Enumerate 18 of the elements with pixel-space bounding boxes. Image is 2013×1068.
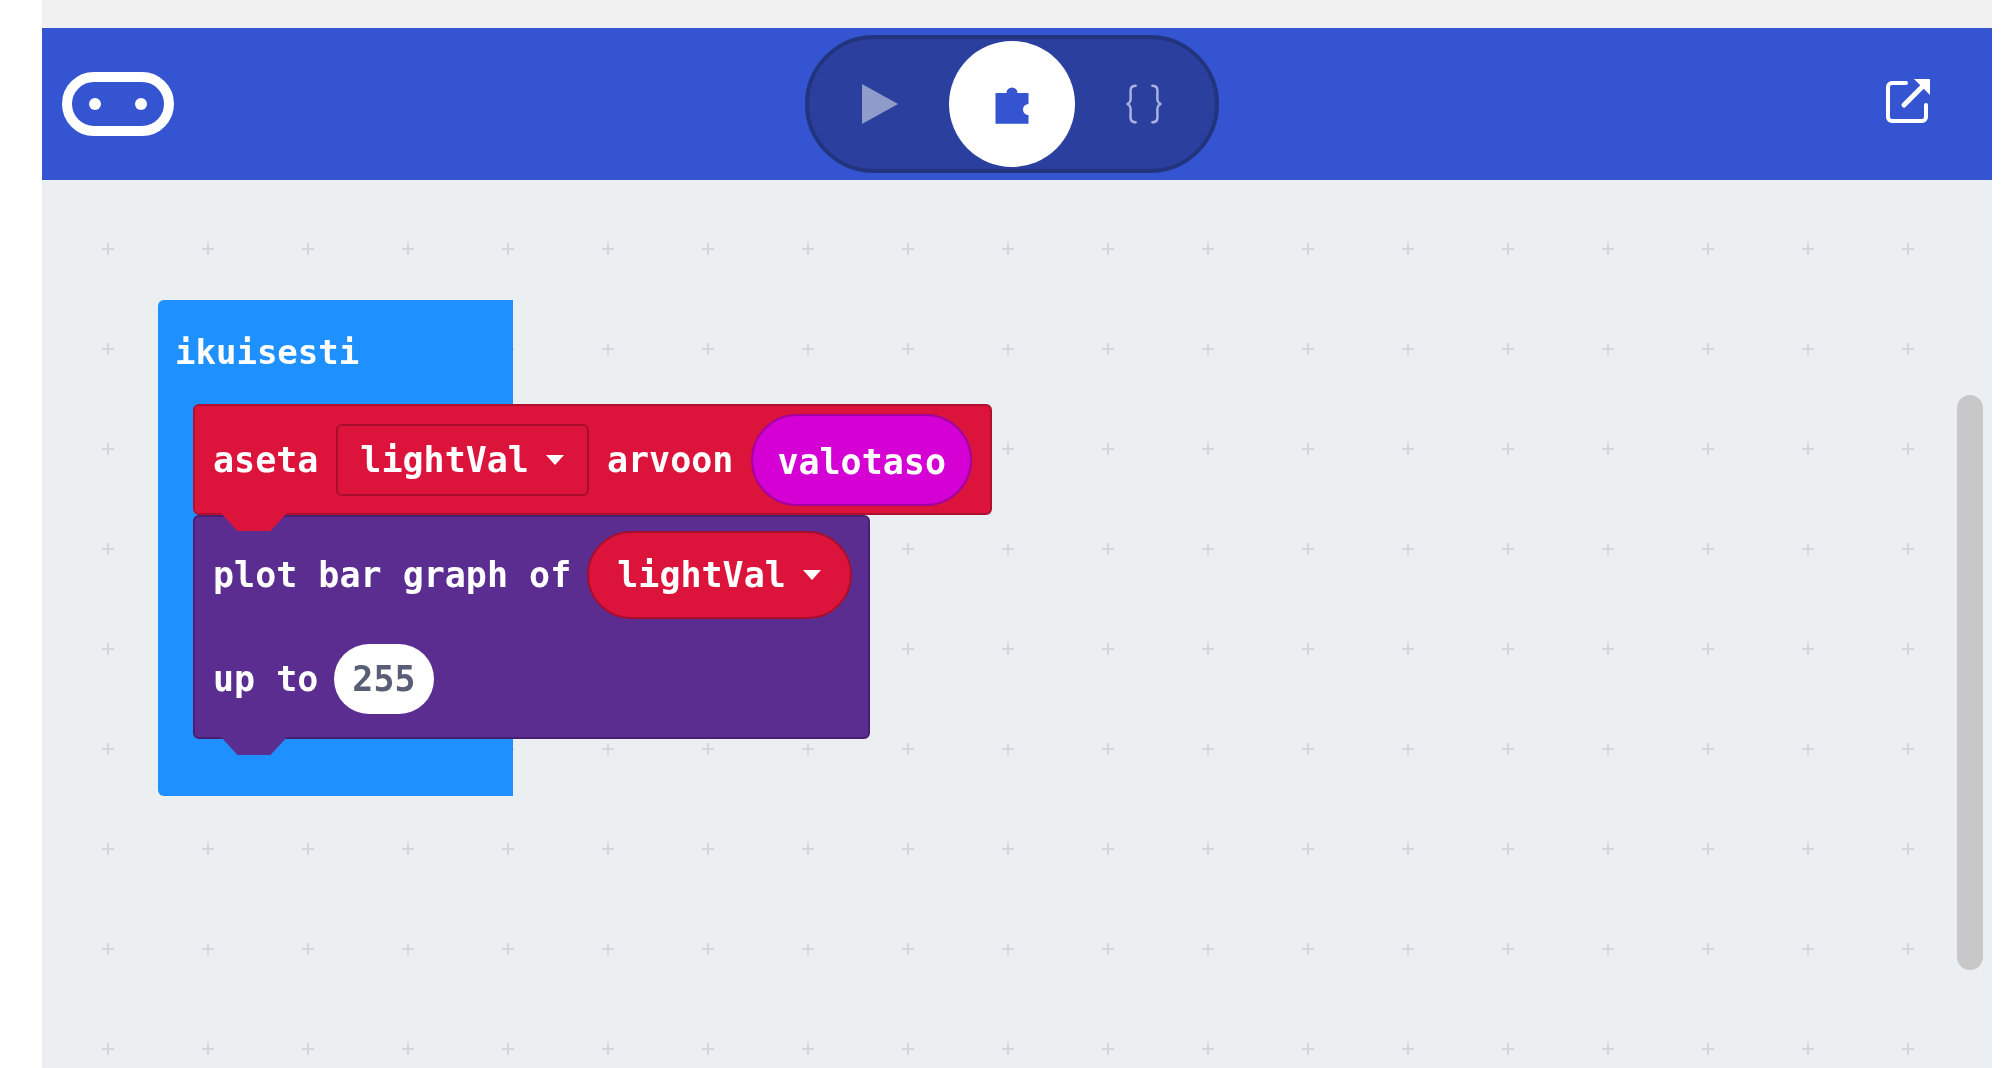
caret-icon [544, 453, 565, 466]
block-label: up to [213, 659, 319, 699]
logo-icon[interactable] [62, 72, 174, 136]
block-label: plot bar graph of [213, 555, 572, 595]
plot-bar-graph-block[interactable]: plot bar graph of lightVal up to 255 [193, 515, 870, 739]
scrollbar[interactable] [1957, 395, 1983, 970]
number-field[interactable]: 255 [334, 644, 434, 714]
set-variable-block[interactable]: aseta lightVal arvoon valotaso [193, 404, 992, 515]
forever-block[interactable]: ikuisesti aseta lightVal arvoon valotaso plot bar graph of lightVal up to 255 [158, 300, 992, 796]
braces-icon [1124, 82, 1164, 126]
block-label: arvoon [606, 439, 734, 480]
caret-icon [801, 569, 822, 581]
variable-dropdown[interactable]: lightVal [587, 531, 852, 619]
variable-dropdown[interactable]: lightVal [336, 423, 589, 496]
play-icon [860, 82, 900, 126]
block-label: aseta [213, 439, 319, 480]
light-level-reporter[interactable]: valotaso [751, 413, 972, 506]
block-label: ikuisesti [174, 331, 361, 374]
